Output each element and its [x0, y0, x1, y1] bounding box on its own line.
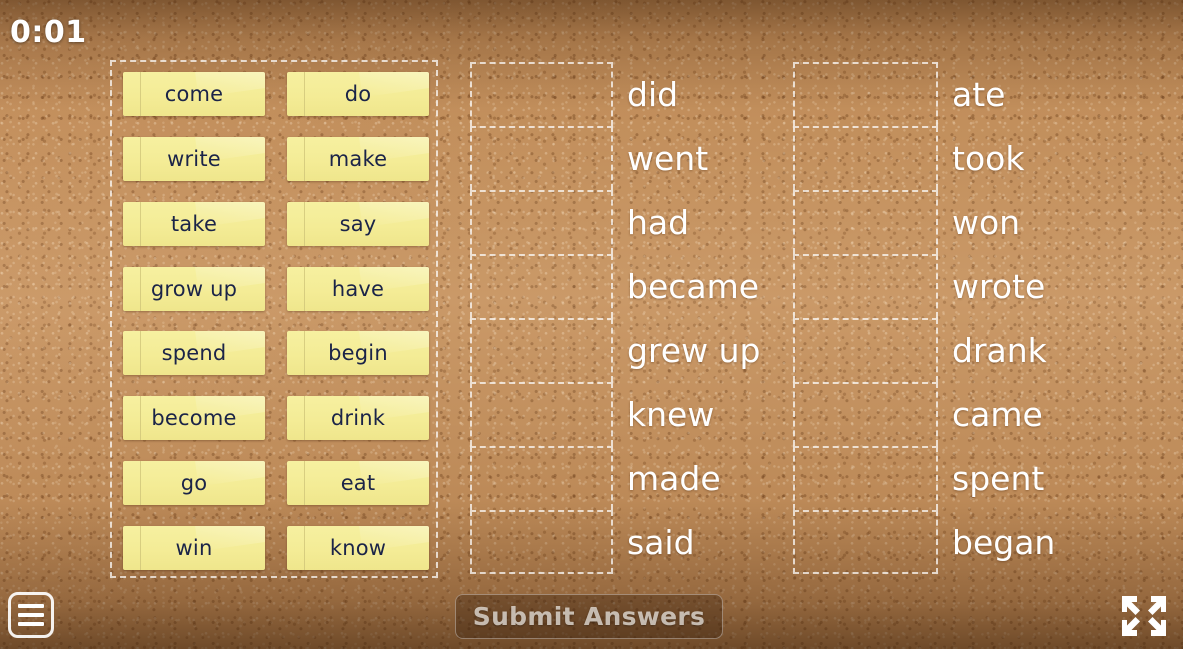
- answer-dropzone[interactable]: [470, 510, 613, 574]
- answer-row: went: [470, 126, 760, 190]
- answer-dropzone[interactable]: [793, 126, 938, 190]
- answer-dropzone[interactable]: [470, 446, 613, 510]
- word-tile[interactable]: take: [123, 201, 265, 246]
- tile-grid: come do write make take say grow up have spend be…: [112, 62, 440, 580]
- menu-bar: [18, 604, 44, 608]
- word-tile-label: make: [328, 147, 388, 172]
- answer-row: won: [793, 190, 1055, 254]
- answer-row: made: [470, 446, 760, 510]
- answer-row: said: [470, 510, 760, 574]
- fullscreen-expand-icon[interactable]: [1118, 592, 1170, 640]
- answer-row: became: [470, 254, 760, 318]
- timer-display: 0:01: [10, 15, 87, 50]
- word-tile-label: know: [329, 535, 387, 560]
- answer-word: came: [952, 394, 1043, 434]
- word-tile[interactable]: go: [123, 460, 265, 505]
- word-tile-label: begin: [328, 341, 388, 366]
- word-tile-label: go: [180, 470, 208, 495]
- answer-column-left: did went had became grew up knew made said: [470, 62, 760, 574]
- tile-tray: come do write make take say grow up have spend be…: [110, 60, 438, 578]
- answer-word: took: [952, 138, 1025, 178]
- answer-row: drank: [793, 318, 1055, 382]
- answer-word: had: [627, 202, 690, 242]
- word-tile[interactable]: come: [123, 72, 265, 117]
- answer-word: grew up: [627, 330, 761, 370]
- answer-dropzone[interactable]: [793, 190, 938, 254]
- answer-dropzone[interactable]: [793, 254, 938, 318]
- answer-row: began: [793, 510, 1055, 574]
- answer-row: wrote: [793, 254, 1055, 318]
- hamburger-menu-icon[interactable]: [8, 592, 54, 638]
- word-tile-label: become: [151, 406, 237, 431]
- word-tile-label: drink: [330, 406, 386, 431]
- answer-word: won: [952, 202, 1021, 242]
- answer-column-right: ate took won wrote drank came spent began: [793, 62, 1055, 574]
- answer-dropzone[interactable]: [470, 382, 613, 446]
- answer-row: ate: [793, 62, 1055, 126]
- answer-word: wrote: [952, 266, 1046, 306]
- word-tile[interactable]: become: [123, 396, 265, 441]
- word-tile[interactable]: say: [287, 201, 429, 246]
- answer-word: made: [627, 458, 721, 498]
- answer-dropzone[interactable]: [793, 62, 938, 126]
- answer-dropzone[interactable]: [470, 62, 613, 126]
- word-tile-label: come: [164, 82, 224, 107]
- word-tile[interactable]: spend: [123, 331, 265, 376]
- answer-word: said: [627, 522, 695, 562]
- answer-word: became: [627, 266, 760, 306]
- answer-dropzone[interactable]: [793, 510, 938, 574]
- word-tile-label: say: [339, 211, 377, 236]
- word-tile[interactable]: eat: [287, 460, 429, 505]
- word-tile[interactable]: have: [287, 266, 429, 311]
- answer-dropzone[interactable]: [793, 318, 938, 382]
- answer-dropzone[interactable]: [470, 318, 613, 382]
- answer-row: had: [470, 190, 760, 254]
- answer-word: went: [627, 138, 709, 178]
- answer-row: came: [793, 382, 1055, 446]
- answer-word: did: [627, 74, 679, 114]
- menu-bar: [18, 622, 44, 626]
- answer-word: ate: [952, 74, 1006, 114]
- answer-row: knew: [470, 382, 760, 446]
- answer-row: did: [470, 62, 760, 126]
- answer-word: spent: [952, 458, 1045, 498]
- answer-row: grew up: [470, 318, 760, 382]
- word-tile[interactable]: write: [123, 137, 265, 182]
- word-tile-label: have: [331, 276, 385, 301]
- submit-answers-button[interactable]: Submit Answers: [455, 594, 723, 639]
- word-tile-label: do: [344, 82, 372, 107]
- word-tile-label: write: [167, 147, 221, 172]
- word-tile-label: eat: [340, 470, 376, 495]
- answer-word: knew: [627, 394, 715, 434]
- word-tile[interactable]: do: [287, 72, 429, 117]
- answer-dropzone[interactable]: [470, 254, 613, 318]
- word-tile-label: grow up: [150, 276, 238, 301]
- answer-dropzone[interactable]: [793, 446, 938, 510]
- answer-word: drank: [952, 330, 1047, 370]
- answer-row: spent: [793, 446, 1055, 510]
- answer-word: began: [952, 522, 1056, 562]
- word-tile-label: spend: [161, 341, 227, 366]
- word-tile-label: take: [170, 211, 218, 236]
- word-tile[interactable]: make: [287, 137, 429, 182]
- word-tile[interactable]: grow up: [123, 266, 265, 311]
- answer-dropzone[interactable]: [793, 382, 938, 446]
- word-tile[interactable]: win: [123, 525, 265, 570]
- word-tile-label: win: [175, 535, 213, 560]
- answer-dropzone[interactable]: [470, 190, 613, 254]
- answer-row: took: [793, 126, 1055, 190]
- word-tile[interactable]: drink: [287, 396, 429, 441]
- word-tile[interactable]: begin: [287, 331, 429, 376]
- menu-bar: [18, 613, 44, 617]
- game-board: 0:01 come do write make take say grow up have sp…: [0, 0, 1183, 649]
- word-tile[interactable]: know: [287, 525, 429, 570]
- answer-dropzone[interactable]: [470, 126, 613, 190]
